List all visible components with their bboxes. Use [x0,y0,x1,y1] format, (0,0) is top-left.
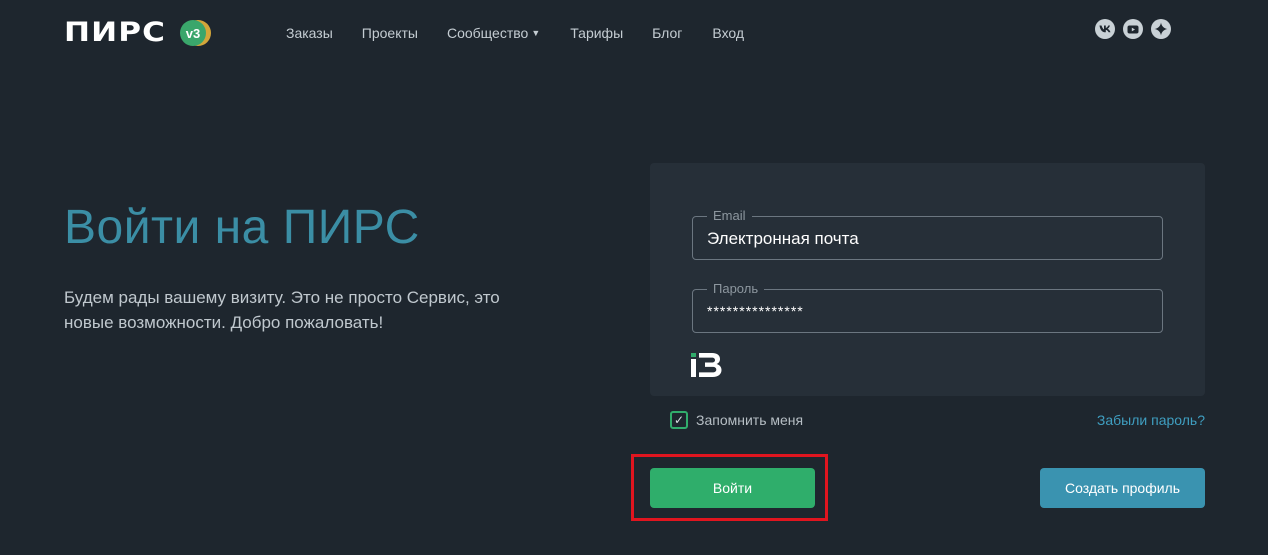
star-icon[interactable] [1151,19,1171,39]
site-logo[interactable]: ПИРС v3 [64,18,206,48]
nav-item-orders[interactable]: Заказы [286,24,333,42]
main-nav: Заказы Проекты Сообщество ▼ Тарифы Блог В… [286,24,744,42]
email-legend: Email [707,208,752,224]
logo-text: ПИРС [64,17,167,48]
password-input[interactable] [707,303,1147,319]
nav-item-community[interactable]: Сообщество ▼ [447,24,540,42]
page-title: Войти на ПИРС [64,201,420,254]
create-profile-button[interactable]: Создать профиль [1040,468,1205,508]
vk-icon[interactable] [1095,19,1115,39]
email-input[interactable] [707,229,1147,249]
youtube-icon[interactable] [1123,19,1143,39]
checkbox-check-icon: ✓ [670,411,688,429]
login-button-highlight [631,454,828,521]
ib-logo-icon[interactable] [690,353,723,382]
caret-down-icon: ▼ [531,28,541,38]
password-legend: Пароль [707,281,765,297]
remember-me-label: Запомнить меня [696,412,804,428]
nav-item-login[interactable]: Вход [712,24,744,42]
password-field: Пароль [692,281,1163,333]
welcome-text: Будем рады вашему визиту. Это не просто … [64,288,500,332]
header: ПИРС v3 Заказы Проекты Сообщество ▼ Тариф… [0,0,1268,64]
email-field: Email [692,208,1163,260]
nav-item-blog[interactable]: Блог [652,24,682,42]
nav-item-tariffs[interactable]: Тарифы [570,24,623,42]
login-form-panel: Email Пароль [650,163,1205,396]
nav-item-projects[interactable]: Проекты [362,24,418,42]
forgot-password-link[interactable]: Забыли пароль? [1097,412,1205,428]
remember-me-checkbox[interactable]: ✓ Запомнить меня [670,411,803,429]
social-links [1095,19,1171,39]
nav-item-community-label: Сообщество [446,25,529,41]
version-badge: v3 [180,20,206,46]
